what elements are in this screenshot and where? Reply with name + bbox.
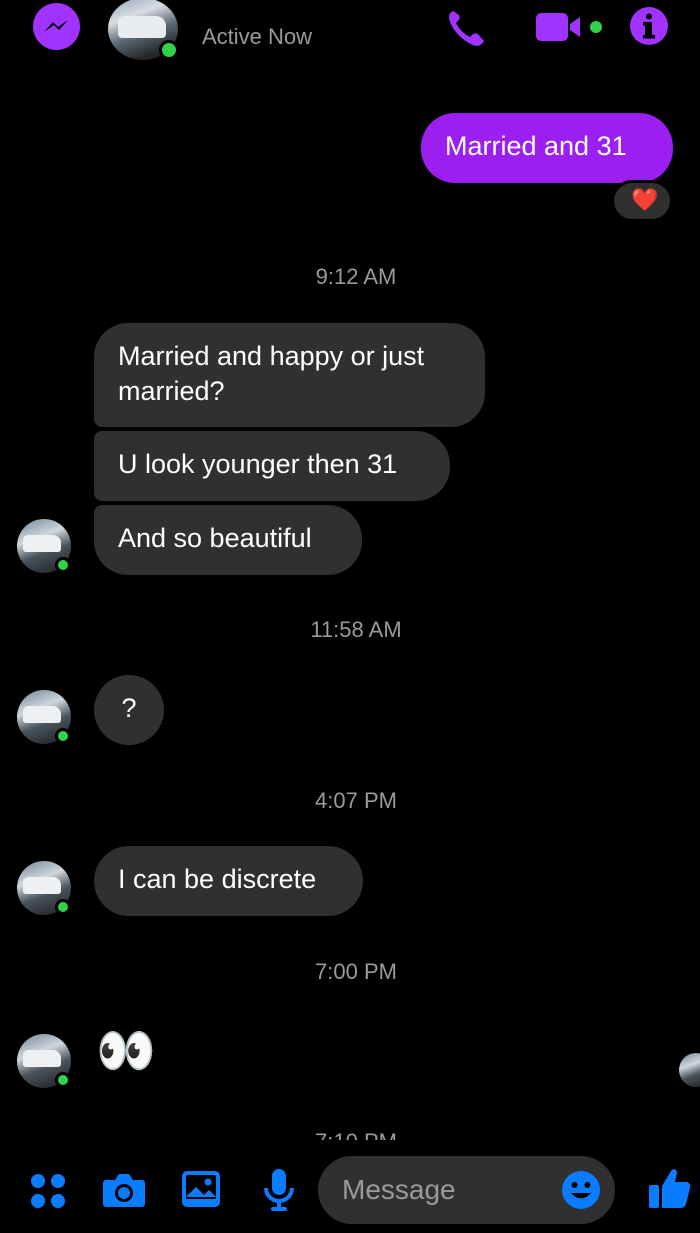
timestamp: 9:12 AM xyxy=(315,264,397,289)
incoming-message[interactable]: U look younger then 31 xyxy=(94,431,450,501)
eyes-emoji-message[interactable]: 👀 xyxy=(96,1024,156,1080)
heart-reaction-icon: ❤️ xyxy=(631,187,659,212)
incoming-message[interactable]: I can be discrete xyxy=(94,846,363,916)
phone-icon[interactable] xyxy=(444,8,488,53)
microphone-icon[interactable] xyxy=(263,1168,295,1217)
emoji-icon[interactable] xyxy=(561,1170,601,1215)
camera-icon[interactable] xyxy=(102,1170,146,1215)
menu-dots-icon[interactable] xyxy=(29,1172,67,1215)
online-indicator xyxy=(55,557,71,573)
timestamp: 7:00 PM xyxy=(315,959,397,984)
seen-avatar xyxy=(679,1053,700,1087)
incoming-message[interactable]: And so beautiful xyxy=(94,505,362,575)
online-indicator xyxy=(55,1072,71,1088)
timestamp: 4:07 PM xyxy=(315,788,397,813)
messenger-logo-icon[interactable] xyxy=(33,3,80,50)
outgoing-message[interactable]: Married and 31 xyxy=(421,113,673,183)
thumbs-up-icon[interactable] xyxy=(648,1166,692,1215)
gallery-icon[interactable] xyxy=(181,1170,221,1213)
info-icon[interactable] xyxy=(629,6,669,51)
video-call-icon[interactable] xyxy=(535,10,607,49)
online-indicator xyxy=(159,40,179,60)
reaction-badge[interactable]: ❤️ xyxy=(611,180,673,222)
timestamp: 11:58 AM xyxy=(310,617,402,642)
timestamp-partial: 7:10 PM xyxy=(300,1128,412,1140)
incoming-message[interactable]: Married and happy or just married? xyxy=(94,323,485,427)
active-status: Active Now xyxy=(202,24,313,49)
online-indicator xyxy=(55,728,71,744)
incoming-message[interactable]: ? xyxy=(94,675,164,745)
online-indicator xyxy=(55,899,71,915)
